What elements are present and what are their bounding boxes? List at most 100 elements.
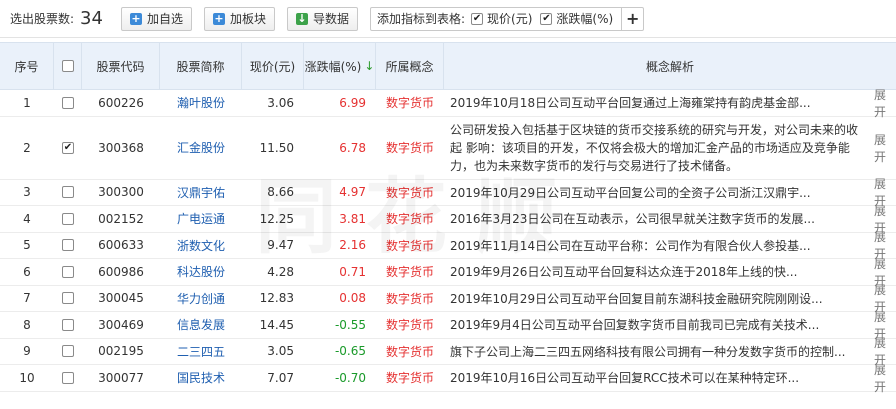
checkbox-icon[interactable] bbox=[62, 239, 74, 252]
checkbox-icon[interactable] bbox=[61, 60, 74, 72]
concept-description: 2019年10月29日公司互动平台回复目前东湖科技金融研究院刚刚设... bbox=[450, 291, 823, 306]
stock-change: 0.71 bbox=[339, 264, 366, 279]
table-body: 1 600226 瀚叶股份 3.06 6.99 数字货币 2019年10月18日… bbox=[0, 88, 896, 394]
row-select[interactable] bbox=[54, 339, 82, 365]
table-row[interactable]: 5 600633 浙数文化 9.47 2.16 数字货币 2019年11月14日… bbox=[0, 230, 896, 261]
stock-name-link[interactable]: 瀚叶股份 bbox=[177, 94, 225, 111]
table-row[interactable]: 10 300077 国民技术 7.07 -0.70 数字货币 2019年10月1… bbox=[0, 363, 896, 394]
header-change[interactable]: 涨跌幅(%) ↓ bbox=[304, 43, 376, 89]
add-indicator-button[interactable]: + bbox=[621, 7, 643, 30]
stock-code: 002152 bbox=[98, 211, 144, 226]
stock-name-link[interactable]: 二三四五 bbox=[177, 343, 225, 360]
row-no: 7 bbox=[23, 291, 31, 306]
row-select[interactable] bbox=[54, 90, 82, 116]
row-select[interactable] bbox=[54, 286, 82, 312]
table-row[interactable]: 3 300300 汉鼎宇佑 8.66 4.97 数字货币 2019年10月29日… bbox=[0, 177, 896, 208]
checkbox-icon[interactable] bbox=[62, 292, 74, 305]
row-no: 9 bbox=[23, 344, 31, 359]
row-select[interactable]: ✔ bbox=[54, 117, 82, 179]
concept-tag[interactable]: 数字货币 bbox=[386, 210, 434, 227]
selected-count-value: 34 bbox=[80, 8, 103, 29]
stock-name-link[interactable]: 华力创通 bbox=[177, 290, 225, 307]
stock-name-link[interactable]: 科达股份 bbox=[177, 263, 225, 280]
concept-tag[interactable]: 数字货币 bbox=[386, 369, 434, 386]
header-code[interactable]: 股票代码 bbox=[82, 43, 160, 89]
stock-name-link[interactable]: 汇金股份 bbox=[177, 139, 225, 156]
add-watchlist-button[interactable]: + 加自选 bbox=[120, 6, 192, 31]
table-row[interactable]: 2 ✔ 300368 汇金股份 11.50 6.78 数字货币 公司研发投入包括… bbox=[0, 117, 896, 180]
download-icon: ↓ bbox=[295, 11, 308, 25]
expand-link[interactable]: 展开 bbox=[874, 88, 896, 119]
table-row[interactable]: 7 300045 华力创通 12.83 0.08 数字货币 2019年10月29… bbox=[0, 283, 896, 314]
row-select[interactable] bbox=[54, 180, 82, 206]
stock-change: -0.65 bbox=[334, 344, 366, 359]
table-row[interactable]: 9 002195 二三四五 3.05 -0.65 数字货币 旗下子公司上海二三四… bbox=[0, 336, 896, 367]
row-select[interactable] bbox=[54, 206, 82, 232]
stock-name-link[interactable]: 汉鼎宇佑 bbox=[177, 184, 225, 201]
checkbox-checked-icon[interactable]: ✔ bbox=[540, 12, 553, 25]
header-no[interactable]: 序号 bbox=[0, 43, 54, 89]
stock-price: 3.06 bbox=[267, 95, 294, 110]
row-select[interactable] bbox=[54, 259, 82, 285]
row-no: 1 bbox=[23, 95, 31, 110]
concept-tag[interactable]: 数字货币 bbox=[386, 139, 434, 156]
concept-tag[interactable]: 数字货币 bbox=[386, 316, 434, 333]
stock-name-link[interactable]: 国民技术 bbox=[177, 369, 225, 386]
indicator-label: 添加指标到表格: bbox=[377, 12, 466, 26]
row-select[interactable] bbox=[54, 233, 82, 259]
concept-tag[interactable]: 数字货币 bbox=[386, 184, 434, 201]
row-select[interactable] bbox=[54, 312, 82, 338]
stock-change: 3.81 bbox=[339, 211, 366, 226]
concept-tag[interactable]: 数字货币 bbox=[386, 237, 434, 254]
toolbar: 选出股票数: 34 + 加自选 + 加板块 ↓ 导数据 添加指标到表格: ✔ 现… bbox=[0, 0, 896, 38]
header-name[interactable]: 股票简称 bbox=[160, 43, 242, 89]
stock-price: 9.47 bbox=[267, 238, 294, 253]
concept-description: 2016年3月23日公司在互动表示，公司很早就关注数字货币的发展... bbox=[450, 212, 815, 227]
row-select[interactable] bbox=[54, 365, 82, 391]
indicator-price-toggle[interactable]: ✔ 现价(元) bbox=[471, 10, 532, 27]
stock-change: 0.08 bbox=[339, 291, 366, 306]
concept-description: 公司研发投入包括基于区块链的货币交接系统的研究与开发，对公司未来的收起 影响：该… bbox=[450, 122, 859, 173]
export-data-button[interactable]: ↓ 导数据 bbox=[286, 6, 358, 31]
stock-price: 12.25 bbox=[259, 211, 294, 226]
concept-tag[interactable]: 数字货币 bbox=[386, 94, 434, 111]
checkbox-checked-icon[interactable]: ✔ bbox=[471, 12, 484, 25]
add-watchlist-label: 加自选 bbox=[146, 12, 183, 26]
add-block-button[interactable]: + 加板块 bbox=[203, 6, 275, 31]
checkbox-icon[interactable] bbox=[62, 345, 74, 358]
expand-link[interactable]: 展开 bbox=[874, 117, 896, 179]
header-concept[interactable]: 所属概念 bbox=[376, 43, 444, 89]
checkbox-icon[interactable] bbox=[62, 212, 74, 225]
sort-desc-icon: ↓ bbox=[364, 59, 375, 73]
table-row[interactable]: 6 600986 科达股份 4.28 0.71 数字货币 2019年9月26日公… bbox=[0, 257, 896, 288]
header-price[interactable]: 现价(元) bbox=[242, 43, 304, 89]
indicator-change-toggle[interactable]: ✔ 涨跌幅(%) bbox=[540, 10, 613, 27]
stock-change: 2.16 bbox=[339, 238, 366, 253]
stock-code: 300045 bbox=[98, 291, 144, 306]
selected-count-label: 选出股票数: bbox=[10, 12, 75, 26]
concept-tag[interactable]: 数字货币 bbox=[386, 290, 434, 307]
header-select-all[interactable] bbox=[54, 43, 82, 89]
expand-link[interactable]: 展开 bbox=[874, 363, 896, 394]
checkbox-icon[interactable] bbox=[62, 318, 74, 331]
table-row[interactable]: 8 300469 信息发展 14.45 -0.55 数字货币 2019年9月4日… bbox=[0, 310, 896, 341]
concept-tag[interactable]: 数字货币 bbox=[386, 263, 434, 280]
checkbox-icon[interactable] bbox=[62, 371, 74, 384]
stock-price: 3.05 bbox=[267, 344, 294, 359]
stock-price: 8.66 bbox=[267, 185, 294, 200]
checkbox-checked-icon[interactable]: ✔ bbox=[62, 141, 74, 154]
indicator-price-label: 现价(元) bbox=[487, 12, 533, 26]
table-row[interactable]: 4 002152 广电运通 12.25 3.81 数字货币 2016年3月23日… bbox=[0, 204, 896, 235]
concept-description: 2019年9月26日公司互动平台回复科达众连于2018年上线的快... bbox=[450, 265, 798, 280]
checkbox-icon[interactable] bbox=[62, 96, 74, 109]
stock-name-link[interactable]: 广电运通 bbox=[177, 210, 225, 227]
stock-price: 7.07 bbox=[267, 370, 294, 385]
stock-name-link[interactable]: 浙数文化 bbox=[177, 237, 225, 254]
table-row[interactable]: 1 600226 瀚叶股份 3.06 6.99 数字货币 2019年10月18日… bbox=[0, 88, 896, 119]
row-no: 5 bbox=[23, 238, 31, 253]
checkbox-icon[interactable] bbox=[62, 186, 74, 199]
concept-tag[interactable]: 数字货币 bbox=[386, 343, 434, 360]
checkbox-icon[interactable] bbox=[62, 265, 74, 278]
stock-name-link[interactable]: 信息发展 bbox=[177, 316, 225, 333]
indicator-selector: 添加指标到表格: ✔ 现价(元) ✔ 涨跌幅(%) + bbox=[370, 6, 645, 31]
